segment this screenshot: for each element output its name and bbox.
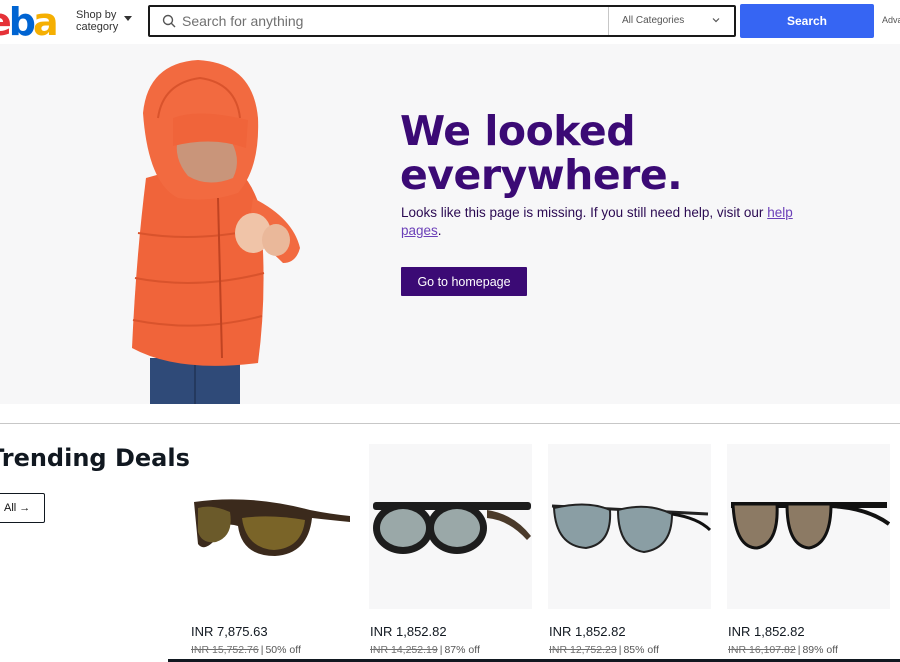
sunglasses-image (194, 499, 350, 556)
discount-label: 85% off (623, 644, 659, 656)
trending-deals-title: Trending Deals (0, 444, 190, 472)
title-line-1: We looked (400, 107, 636, 155)
see-all-label: All (4, 502, 17, 514)
go-to-homepage-button[interactable]: Go to homepage (401, 267, 527, 296)
product-image[interactable] (190, 444, 353, 609)
category-label: category (76, 21, 119, 33)
discount-label: 87% off (444, 644, 480, 656)
search-icon (162, 14, 176, 28)
message-end: . (437, 223, 442, 238)
deal-price: INR 1,852.82 (728, 624, 805, 639)
deal-price: INR 7,875.63 (191, 624, 268, 639)
category-select[interactable]: All Categories (608, 7, 734, 35)
deal-card[interactable]: INR 7,875.63 INR 15,752.76 | 50% off (190, 444, 353, 662)
chevron-down-icon (124, 16, 132, 21)
sunglasses-image (551, 503, 712, 554)
deal-original-price: INR 15,752.76 | 50% off (191, 644, 301, 656)
deal-card[interactable]: INR 1,852.82 INR 14,252.19 | 87% off (369, 444, 532, 662)
deal-original-price: INR 12,752.23 | 85% off (549, 644, 659, 656)
shop-by-label: Shop by (76, 9, 117, 21)
arrow-right-icon: → (19, 502, 31, 514)
section-divider (0, 423, 900, 424)
product-image[interactable] (548, 444, 712, 609)
original-price: INR 16,107.82 (728, 644, 796, 656)
original-price: INR 14,252.19 (370, 644, 438, 656)
shop-by-category-button[interactable]: Shop by category (76, 9, 132, 33)
deal-original-price: INR 16,107.82 | 89% off (728, 644, 838, 656)
error-hero: We looked everywhere. Looks like this pa… (0, 44, 900, 404)
sunglasses-image (373, 502, 531, 554)
deal-price: INR 1,852.82 (370, 624, 447, 639)
ebay-logo[interactable]: ebay (0, 0, 66, 82)
see-all-button[interactable]: All → (0, 493, 45, 523)
logo-letter-a: a (32, 0, 59, 44)
search-button[interactable]: Search (740, 4, 874, 38)
deal-card[interactable]: INR 1,852.82 INR 16,107.82 | 89% off (727, 444, 891, 662)
product-image[interactable] (727, 444, 891, 609)
discount-label: 50% off (265, 644, 301, 656)
original-price: INR 12,752.23 (549, 644, 617, 656)
chevron-down-icon (712, 18, 720, 23)
advanced-search-link[interactable]: Advanced (882, 15, 900, 25)
product-image[interactable] (369, 444, 532, 609)
deal-card[interactable]: INR 1,852.82 INR 12,752.23 | 85% off (548, 444, 712, 662)
original-price: INR 15,752.76 (191, 644, 259, 656)
deal-price: INR 1,852.82 (549, 624, 626, 639)
logo-letter-e: e (0, 2, 12, 42)
category-select-value: All Categories (622, 15, 685, 26)
search-bar: All Categories (148, 5, 736, 37)
error-message: Looks like this page is missing. If you … (401, 204, 801, 240)
logo-letter-b: b (8, 0, 36, 44)
child-in-orange-jacket-image (132, 60, 300, 404)
error-message-text: Looks like this page is missing. If you … (401, 205, 764, 220)
search-input[interactable] (182, 9, 602, 33)
title-line-2: everywhere. (400, 151, 683, 199)
sunglasses-image (731, 502, 891, 550)
page-title: We looked everywhere. (400, 109, 820, 197)
header: ebay Shop by category All Categories Sea… (0, 0, 900, 82)
deal-original-price: INR 14,252.19 | 87% off (370, 644, 480, 656)
discount-label: 89% off (802, 644, 838, 656)
